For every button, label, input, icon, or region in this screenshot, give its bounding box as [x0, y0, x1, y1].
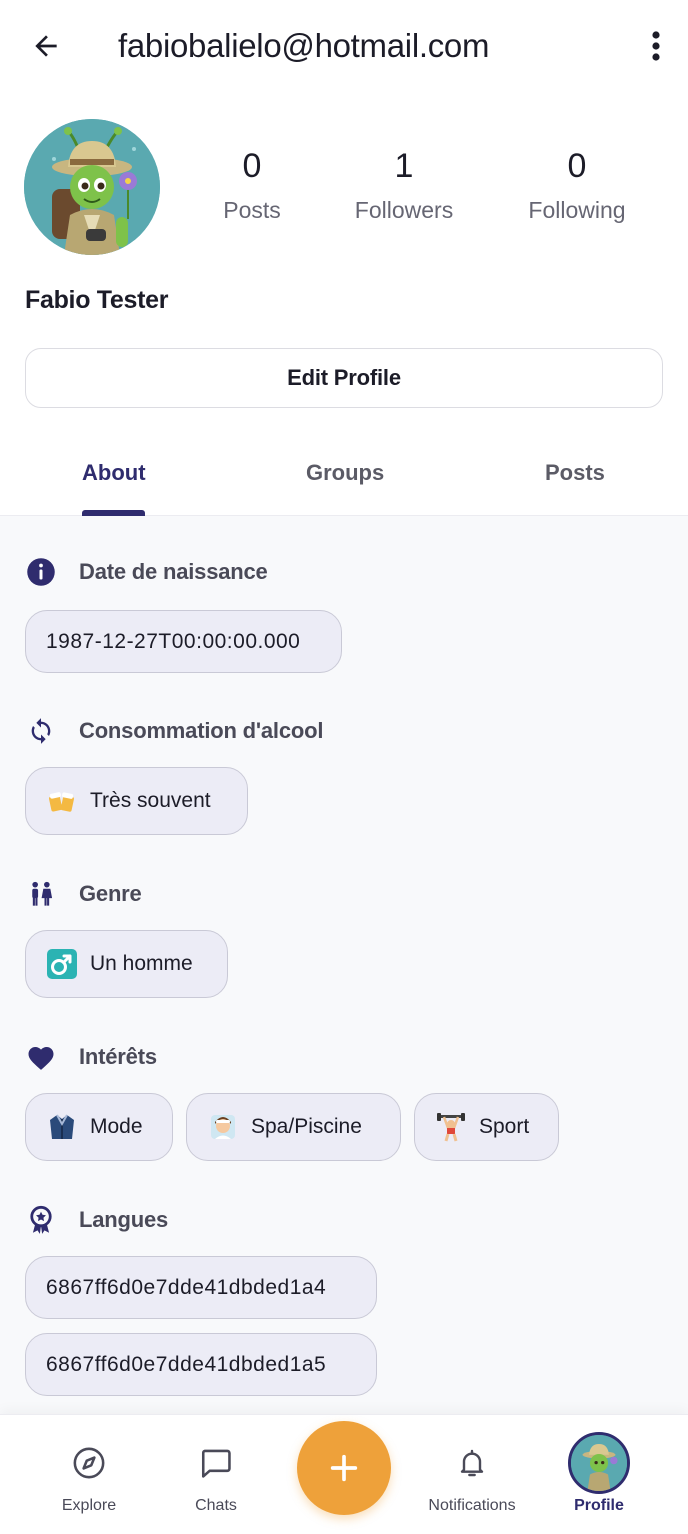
birth-date-chip: 1987-12-27T00:00:00.000 [25, 610, 342, 673]
bell-icon [408, 1435, 536, 1491]
alien-explorer-avatar-icon [24, 119, 160, 255]
more-options-button[interactable] [636, 24, 676, 68]
more-vertical-icon [652, 31, 660, 61]
language-chip: 6867ff6d0e7dde41dbded1a5 [25, 1333, 377, 1396]
male-sign-icon [46, 948, 78, 980]
alcohol-chip: Très souvent [25, 767, 248, 835]
nav-explore-label: Explore [61, 1497, 117, 1514]
followers-label: Followers [354, 197, 454, 223]
following-label: Following [528, 197, 626, 223]
birth-date-value: 1987-12-27T00:00:00.000 [46, 629, 301, 653]
info-icon [25, 556, 57, 588]
birth-title: Date de naissance [79, 559, 268, 584]
stat-followers[interactable]: 1 Followers [344, 144, 464, 232]
about-section: Date de naissance 1987-12-27T00:00:00.00… [0, 516, 688, 1414]
birth-section-header: Date de naissance [25, 556, 268, 588]
gender-chip: Un homme [25, 930, 228, 998]
language-chip: 6867ff6d0e7dde41dbded1a4 [25, 1256, 377, 1319]
interest-chip-sport: Sport [414, 1093, 559, 1161]
languages-section-header: Langues [25, 1204, 168, 1236]
arrow-left-icon [35, 35, 57, 57]
spa-person-icon [207, 1111, 239, 1143]
interest-label-spa: Spa/Piscine [251, 1115, 362, 1138]
language-value: 6867ff6d0e7dde41dbded1a5 [46, 1352, 327, 1376]
plus-icon [330, 1454, 358, 1482]
nav-profile[interactable]: Profile [544, 1432, 654, 1515]
coat-icon [46, 1111, 78, 1143]
tab-groups[interactable]: Groups [306, 458, 384, 488]
repeat-icon [25, 715, 57, 747]
nav-explore[interactable]: Explore [34, 1435, 144, 1515]
posts-count: 0 [242, 147, 262, 185]
posts-label: Posts [223, 197, 281, 223]
gender-value: Un homme [90, 952, 193, 975]
heart-icon [25, 1041, 57, 1073]
alien-explorer-avatar-icon [571, 1435, 627, 1491]
interest-label-mode: Mode [90, 1115, 143, 1138]
beer-mugs-icon [46, 785, 78, 817]
weightlifter-icon [435, 1111, 467, 1143]
create-post-button[interactable] [297, 1421, 391, 1515]
interest-chip-spa: Spa/Piscine [186, 1093, 401, 1161]
edit-profile-button[interactable]: Edit Profile [25, 348, 663, 408]
interest-chip-mode: Mode [25, 1093, 173, 1161]
interest-label-sport: Sport [479, 1115, 530, 1138]
chat-bubble-icon [161, 1435, 271, 1491]
profile-avatar-small [544, 1432, 654, 1494]
tab-about[interactable]: About [82, 458, 146, 488]
stat-posts[interactable]: 0 Posts [202, 144, 302, 232]
stat-following[interactable]: 0 Following [516, 144, 638, 232]
following-count: 0 [567, 147, 587, 185]
language-value: 6867ff6d0e7dde41dbded1a4 [46, 1275, 327, 1299]
back-button[interactable] [24, 24, 68, 68]
gender-title: Genre [79, 881, 142, 906]
gender-section-header: Genre [25, 878, 142, 910]
alcohol-section-header: Consommation d'alcool [25, 715, 323, 747]
page-title: fabiobalielo@hotmail.com [118, 27, 490, 64]
languages-title: Langues [79, 1207, 169, 1232]
app-bar: fabiobalielo@hotmail.com [0, 0, 688, 92]
profile-tabs: About Groups Posts [0, 438, 688, 516]
nav-notifications-label: Notifications [428, 1497, 516, 1514]
interests-section-header: Intérêts [25, 1041, 157, 1073]
nav-profile-label: Profile [574, 1497, 624, 1514]
people-icon [25, 878, 57, 910]
compass-icon [34, 1435, 144, 1491]
tab-posts[interactable]: Posts [545, 458, 605, 488]
nav-chats[interactable]: Chats [161, 1435, 271, 1515]
alcohol-title: Consommation d'alcool [79, 718, 324, 743]
interests-title: Intérêts [79, 1044, 157, 1069]
nav-notifications[interactable]: Notifications [408, 1435, 536, 1515]
award-icon [25, 1204, 57, 1236]
nav-chats-label: Chats [195, 1497, 237, 1514]
profile-avatar[interactable] [24, 119, 160, 255]
profile-name: Fabio Tester [25, 286, 169, 314]
followers-count: 1 [394, 147, 414, 185]
alcohol-value: Très souvent [90, 789, 211, 812]
